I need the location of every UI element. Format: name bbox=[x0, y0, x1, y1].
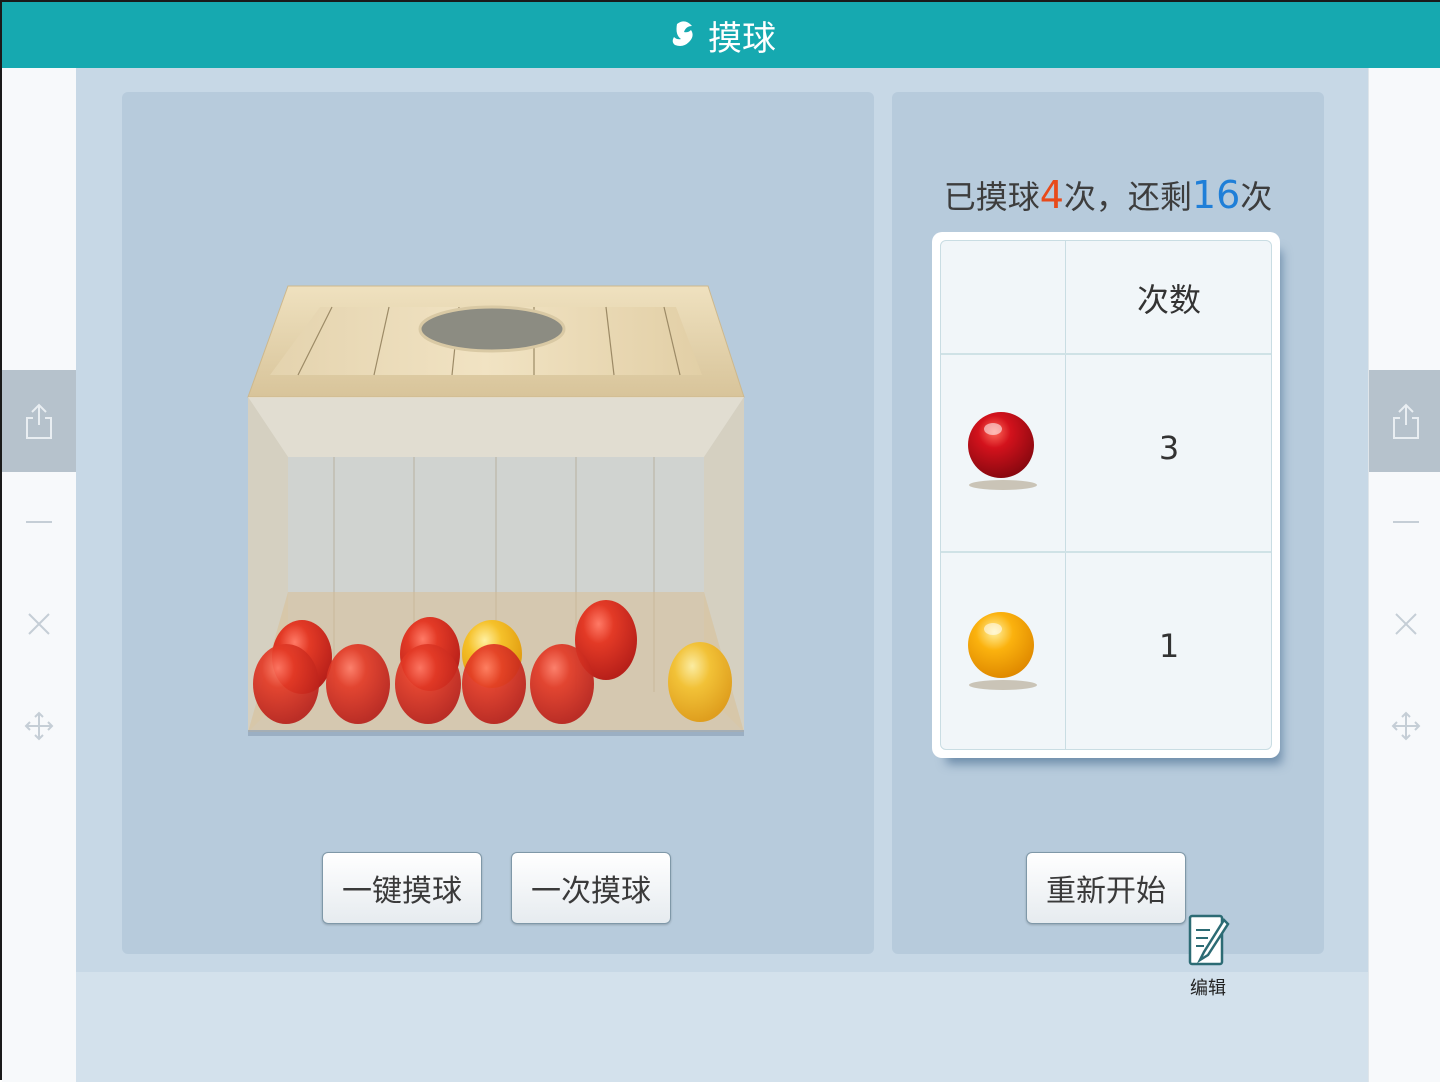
status-mid: 次，还剩 bbox=[1063, 178, 1192, 216]
share-icon bbox=[1393, 403, 1419, 439]
footer-bar bbox=[76, 972, 1368, 1082]
app-logo-icon bbox=[672, 21, 693, 46]
yellow-ball bbox=[668, 642, 732, 722]
title-bar: 摸球 bbox=[2, 2, 1440, 68]
red-ball-count: 3 bbox=[1158, 429, 1180, 467]
row-divider bbox=[941, 353, 1271, 355]
edit-label: 编辑 bbox=[1190, 978, 1226, 999]
red-ball-icon bbox=[968, 412, 1037, 490]
minimize-icon bbox=[26, 521, 52, 523]
close-icon bbox=[28, 613, 50, 635]
red-ball bbox=[395, 644, 461, 724]
ball-box[interactable] bbox=[234, 252, 754, 762]
minimize-button-left[interactable] bbox=[2, 492, 76, 552]
result-table-grid: 次数 3 1 bbox=[940, 240, 1272, 750]
drawn-count: 4 bbox=[1039, 173, 1064, 217]
red-ball bbox=[530, 644, 594, 724]
yellow-ball-count: 1 bbox=[1158, 627, 1180, 665]
restart-button[interactable]: 重新开始 bbox=[1026, 852, 1186, 924]
move-button-right[interactable] bbox=[1369, 696, 1440, 756]
auto-draw-button[interactable]: 一键摸球 bbox=[322, 852, 482, 924]
red-ball bbox=[326, 644, 390, 724]
close-button-right[interactable] bbox=[1369, 594, 1440, 654]
main-stage: 一键摸球 一次摸球 已摸球4次，还剩16次 次数 3 1 重新开始 bbox=[76, 68, 1368, 1082]
right-toolbar bbox=[1368, 68, 1440, 1082]
close-button-left[interactable] bbox=[2, 594, 76, 654]
move-icon bbox=[1391, 711, 1421, 741]
red-ball bbox=[253, 644, 319, 724]
close-icon bbox=[1395, 613, 1417, 635]
single-draw-button[interactable]: 一次摸球 bbox=[511, 852, 671, 924]
left-toolbar bbox=[2, 68, 77, 1082]
remaining-count: 16 bbox=[1191, 173, 1241, 217]
yellow-ball-icon bbox=[968, 612, 1037, 690]
stats-panel: 已摸球4次，还剩16次 次数 3 1 重新开始 bbox=[892, 92, 1324, 954]
share-button-left[interactable] bbox=[2, 370, 76, 472]
move-icon bbox=[24, 711, 54, 741]
box-panel: 一键摸球 一次摸球 bbox=[122, 92, 874, 954]
move-button-left[interactable] bbox=[2, 696, 76, 756]
edit-icon bbox=[1188, 914, 1230, 966]
result-table: 次数 3 1 bbox=[932, 232, 1280, 758]
status-suffix: 次 bbox=[1240, 178, 1273, 216]
minimize-button-right[interactable] bbox=[1369, 492, 1440, 552]
share-button-right[interactable] bbox=[1369, 370, 1440, 472]
row-divider bbox=[941, 551, 1271, 553]
app-title: 摸球 bbox=[708, 18, 776, 59]
count-column-header: 次数 bbox=[1136, 281, 1201, 319]
minimize-icon bbox=[1393, 521, 1419, 523]
edit-button[interactable]: 编辑 bbox=[1178, 912, 1238, 1008]
share-icon bbox=[26, 403, 52, 439]
draw-status: 已摸球4次，还剩16次 bbox=[892, 172, 1324, 218]
status-prefix: 已摸球 bbox=[943, 178, 1040, 216]
red-ball bbox=[462, 644, 526, 724]
